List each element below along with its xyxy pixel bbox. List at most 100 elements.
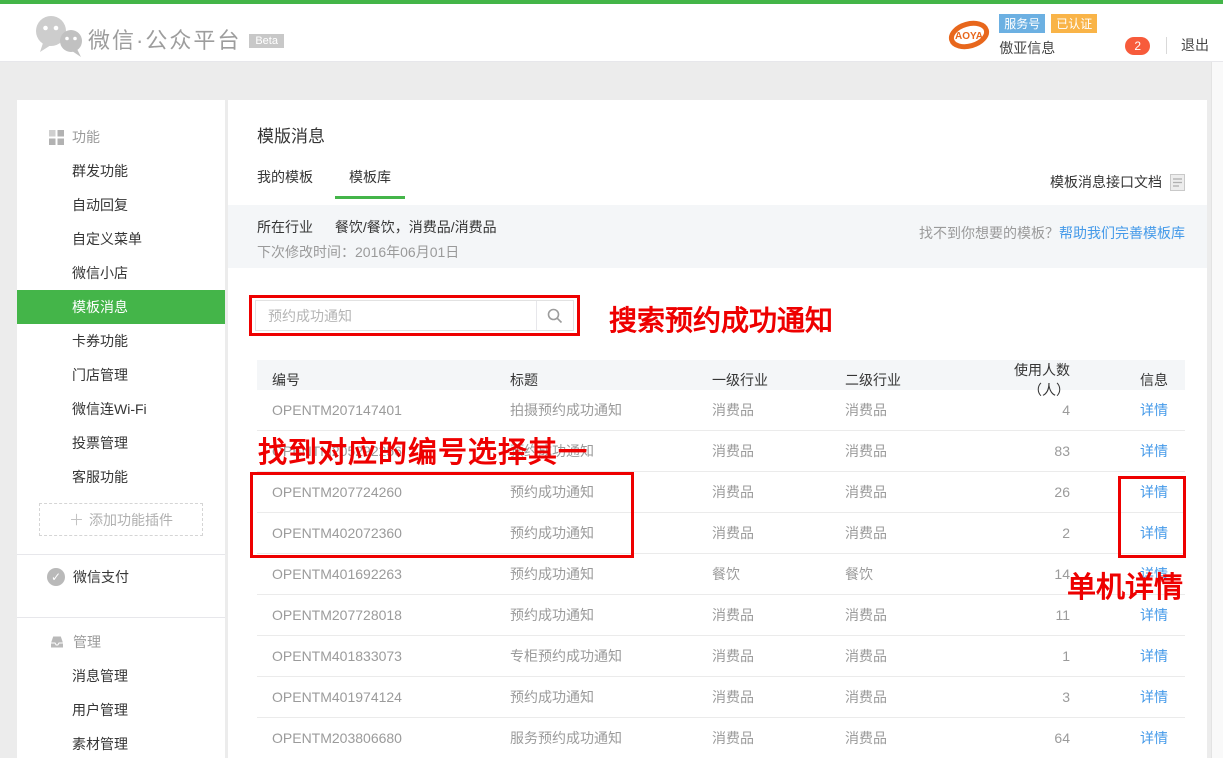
sidebar-item-template-message[interactable]: 模板消息	[17, 290, 225, 324]
sidebar-divider	[17, 617, 225, 618]
search-input[interactable]	[256, 301, 536, 330]
template-id: OPENTM401692263	[257, 566, 510, 582]
sidebar-section-label: 管理	[73, 632, 101, 652]
sidebar-item-store-management[interactable]: 门店管理	[17, 358, 225, 392]
beta-badge: Beta	[249, 34, 284, 48]
sidebar-item-wechat-pay[interactable]: 微信支付	[17, 555, 225, 599]
sidebar-section-management: 管理	[17, 625, 225, 659]
top-header: 微信·公众平台Beta AOYA 服务号 已认证 傲亚信息 2 退出	[0, 0, 1223, 62]
sidebar-item-voting[interactable]: 投票管理	[17, 426, 225, 460]
sidebar-item-wifi[interactable]: 微信连Wi-Fi	[17, 392, 225, 426]
user-count: 26	[985, 484, 1085, 500]
template-title: 专柜预约成功通知	[510, 646, 712, 666]
sidebar-item-user-management[interactable]: 用户管理	[17, 693, 225, 727]
detail-link[interactable]: 详情	[1140, 607, 1168, 623]
improve-library-link[interactable]: 帮助我们完善模板库	[1059, 225, 1185, 241]
table-row: OPENTM402072360 预约成功通知 消费品 消费品 2 详情	[257, 513, 1185, 554]
help-line: 找不到你想要的模板？帮助我们完善模板库	[919, 223, 1185, 243]
user-count: 14	[985, 566, 1085, 582]
template-id: OPENTM205292256	[257, 443, 510, 459]
industry-info-bar: 所在行业 餐饮/餐饮，消费品/消费品 下次修改时间：2016年06月01日 找不…	[228, 205, 1207, 268]
add-plugin-button[interactable]: 添加功能插件	[39, 503, 203, 536]
user-count: 11	[985, 607, 1085, 623]
sidebar-item-mass-send[interactable]: 群发功能	[17, 154, 225, 188]
table-row: OPENTM207724260 预约成功通知 消费品 消费品 26 详情	[257, 472, 1185, 513]
wechat-mp-screen: 微信·公众平台Beta AOYA 服务号 已认证 傲亚信息 2 退出	[0, 0, 1223, 758]
search-button[interactable]	[536, 301, 573, 330]
primary-industry: 消费品	[712, 728, 845, 748]
template-title: 服务预约成功通知	[510, 728, 712, 748]
column-header-users: 使用人数（人）	[985, 360, 1085, 400]
sidebar-item-wechat-store[interactable]: 微信小店	[17, 256, 225, 290]
sidebar-item-message-management[interactable]: 消息管理	[17, 659, 225, 693]
sidebar-section-functions: 功能	[17, 120, 225, 154]
template-title: 预约成功通知	[510, 564, 712, 584]
detail-link[interactable]: 详情	[1140, 402, 1168, 418]
page-title: 模版消息	[257, 122, 325, 147]
account-area: AOYA 服务号 已认证 傲亚信息 2 退出	[948, 12, 1209, 58]
table-row: OPENTM203806680 服务预约成功通知 消费品 消费品 64 详情	[257, 718, 1185, 758]
main-panel: 模版消息 我的模板 模板库 模板消息接口文档 所在行业 餐饮/餐饮，消费品/消费…	[228, 100, 1207, 758]
secondary-industry: 消费品	[845, 482, 985, 502]
document-icon	[1170, 174, 1185, 191]
template-title: 预约成功通知	[510, 523, 712, 543]
sidebar-item-card-coupon[interactable]: 卡券功能	[17, 324, 225, 358]
account-logo: AOYA	[948, 14, 990, 56]
account-info: 服务号 已认证 傲亚信息	[999, 14, 1097, 58]
secondary-industry: 消费品	[845, 687, 985, 707]
user-count: 3	[985, 689, 1085, 705]
user-count: 64	[985, 730, 1085, 746]
sidebar-item-auto-reply[interactable]: 自动回复	[17, 188, 225, 222]
detail-link[interactable]: 详情	[1140, 648, 1168, 664]
detail-link[interactable]: 详情	[1140, 689, 1168, 705]
sidebar-item-material-management[interactable]: 素材管理	[17, 727, 225, 758]
api-doc-link[interactable]: 模板消息接口文档	[1050, 172, 1185, 192]
template-id: OPENTM401974124	[257, 689, 510, 705]
search-icon	[547, 308, 563, 324]
table-row: OPENTM401974124 预约成功通知 消费品 消费品 3 详情	[257, 677, 1185, 718]
column-header-secondary-industry: 二级行业	[845, 370, 985, 390]
inbox-icon	[49, 635, 65, 649]
logout-link[interactable]: 退出	[1181, 35, 1209, 55]
detail-link[interactable]: 详情	[1140, 566, 1168, 582]
page-scrollbar[interactable]	[1211, 62, 1223, 758]
table-row: OPENTM205292256 预约成功通知 消费品 消费品 83 详情	[257, 431, 1185, 472]
user-count: 83	[985, 443, 1085, 459]
detail-link[interactable]: 详情	[1140, 443, 1168, 459]
sidebar-item-customer-service[interactable]: 客服功能	[17, 460, 225, 494]
secondary-industry: 消费品	[845, 728, 985, 748]
detail-link[interactable]: 详情	[1140, 525, 1168, 541]
industry-value: 餐饮/餐饮，消费品/消费品	[335, 219, 497, 235]
detail-link[interactable]: 详情	[1140, 484, 1168, 500]
verified-badge: 已认证	[1051, 14, 1097, 33]
primary-industry: 消费品	[712, 687, 845, 707]
tab-bar: 我的模板 模板库	[257, 168, 427, 199]
detail-link[interactable]: 详情	[1140, 730, 1168, 746]
sidebar-item-custom-menu[interactable]: 自定义菜单	[17, 222, 225, 256]
notification-badge[interactable]: 2	[1125, 37, 1150, 55]
plus-icon	[69, 509, 84, 530]
primary-industry: 消费品	[712, 482, 845, 502]
annotation-box-search	[249, 295, 580, 336]
template-id: OPENTM207724260	[257, 484, 510, 500]
search-box	[255, 300, 574, 331]
primary-industry: 餐饮	[712, 564, 845, 584]
primary-industry: 消费品	[712, 605, 845, 625]
user-count: 2	[985, 525, 1085, 541]
secondary-industry: 餐饮	[845, 564, 985, 584]
template-title: 预约成功通知	[510, 687, 712, 707]
wechat-logo-icon	[34, 14, 88, 58]
primary-industry: 消费品	[712, 441, 845, 461]
column-header-id: 编号	[257, 370, 510, 390]
column-header-primary-industry: 一级行业	[712, 370, 845, 390]
table-row: OPENTM401692263 预约成功通知 餐饮 餐饮 14 详情	[257, 554, 1185, 595]
secondary-industry: 消费品	[845, 646, 985, 666]
tab-template-library[interactable]: 模板库	[349, 168, 391, 199]
tab-my-templates[interactable]: 我的模板	[257, 168, 313, 199]
template-id: OPENTM203806680	[257, 730, 510, 746]
user-count: 4	[985, 402, 1085, 418]
service-account-badge: 服务号	[999, 14, 1045, 33]
annotation-search-note: 搜索预约成功通知	[609, 299, 833, 339]
column-header-info: 信息	[1085, 370, 1185, 390]
template-table: 编号 标题 一级行业 二级行业 使用人数（人） 信息 OPENTM2071474…	[257, 360, 1185, 758]
